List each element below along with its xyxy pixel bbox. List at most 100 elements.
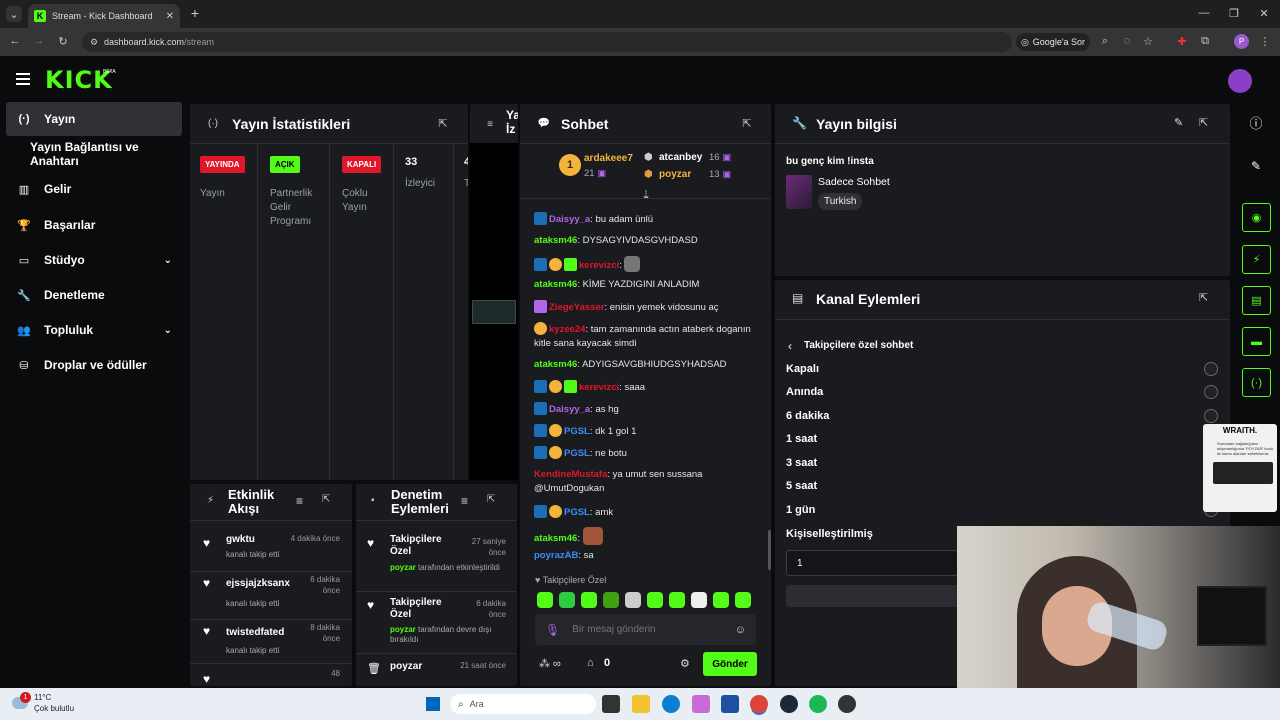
steam-icon[interactable] — [780, 695, 798, 713]
windows-start-icon[interactable] — [426, 697, 440, 711]
gavel-icon: ▪ — [371, 495, 375, 506]
users-infinity-icon[interactable]: ⁂ ∞ — [539, 657, 561, 670]
mic-icon[interactable]: 🎙 — [545, 623, 560, 637]
emote-icon[interactable] — [537, 592, 553, 608]
activity-user[interactable]: ejssjajzksanx — [226, 578, 290, 589]
site-info-icon[interactable]: ⚙ — [88, 36, 100, 48]
maximize-icon[interactable]: ❐ — [1226, 6, 1242, 20]
expand-down-icon[interactable]: ⇣ — [638, 188, 654, 202]
filter-icon[interactable]: ≡ — [296, 494, 303, 508]
extensions-puzzle-icon[interactable]: ⧉ — [1198, 34, 1212, 48]
section-title: Takipçilere özel sohbet — [804, 340, 914, 351]
sidebar-item-denetleme[interactable]: 🔧 Denetleme — [6, 278, 182, 312]
user-avatar[interactable] — [1228, 69, 1252, 93]
popout-icon[interactable]: ⇱ — [740, 116, 754, 130]
back-icon[interactable]: ← — [8, 34, 22, 48]
minimize-icon[interactable]: — — [1196, 6, 1212, 20]
top-gifter-name[interactable]: ardakeee7 — [584, 153, 633, 164]
spotify-icon[interactable] — [809, 695, 827, 713]
popout-icon[interactable]: ⇱ — [322, 494, 330, 505]
save-duration-button[interactable] — [786, 585, 958, 607]
option-label: 5 saat — [786, 480, 818, 492]
chat-input[interactable] — [572, 624, 723, 635]
info-icon[interactable]: ⓘ — [1248, 114, 1264, 131]
emote-icon[interactable] — [581, 592, 597, 608]
sidebar-item-droplar[interactable]: ⛁ Droplar ve ödüller — [6, 348, 182, 382]
sidebar-item-label: Droplar ve ödüller — [44, 358, 147, 372]
popout-icon[interactable]: ⇱ — [436, 116, 450, 130]
sidebar-item-yayin-baglantisi[interactable]: Yayın Bağlantısı ve Anahtarı — [6, 137, 182, 171]
weather-desc[interactable]: Çok bulutlu — [34, 704, 74, 713]
eye-off-icon[interactable]: ◌ — [1120, 34, 1134, 48]
sidebar-item-gelir[interactable]: ▥ Gelir — [6, 172, 182, 206]
chat-scrollbar[interactable] — [768, 530, 771, 570]
edit-pencil-icon[interactable]: ✎ — [1248, 158, 1264, 174]
chat-input-box[interactable]: 🎙 ☺ — [535, 614, 756, 645]
weather-temp[interactable]: 11°C — [34, 693, 51, 702]
chat-settings-icon[interactable]: ⚙ — [680, 657, 690, 670]
emote-icon[interactable] — [669, 592, 685, 608]
popout-icon[interactable]: ⇱ — [1199, 291, 1208, 304]
store-icon[interactable]: ⌂ — [587, 657, 594, 669]
google-lens-button[interactable]: ◎ Google'a Sor — [1016, 33, 1090, 51]
stat-col-partner: AÇIK Partnerlik Gelir Programı — [258, 144, 330, 480]
top-gifter-name[interactable]: poyzar — [659, 169, 691, 180]
notes-button[interactable]: ▤ — [1242, 286, 1271, 315]
profile-avatar[interactable]: P — [1234, 34, 1249, 49]
chat-button[interactable]: ▬ — [1242, 327, 1271, 356]
chrome-icon[interactable] — [750, 695, 768, 713]
radio-aninda[interactable] — [1204, 385, 1218, 399]
category-thumbnail — [786, 175, 812, 209]
activity-user[interactable]: gwktu — [226, 534, 255, 545]
reload-icon[interactable]: ↻ — [56, 34, 70, 48]
edit-pencil-icon[interactable]: ✎ — [1174, 116, 1183, 129]
radio-6-dakika[interactable] — [1204, 409, 1218, 423]
bookmark-star-icon[interactable]: ☆ — [1141, 34, 1155, 48]
obs-icon[interactable] — [838, 695, 856, 713]
send-button[interactable]: Gönder — [703, 652, 757, 676]
tab-search-icon[interactable]: ⌄ — [6, 6, 22, 22]
radio-kapali[interactable] — [1204, 362, 1218, 376]
emote-icon[interactable] — [559, 592, 575, 608]
emote-icon[interactable] — [691, 592, 707, 608]
emote-icon[interactable] — [603, 592, 619, 608]
popout-icon[interactable]: ⇱ — [487, 494, 495, 505]
lightning-button[interactable]: ⚡ — [1242, 245, 1271, 274]
taskbar-search[interactable]: ⌕ Ara — [450, 694, 596, 714]
address-bar[interactable]: dashboard.kick.com/stream — [82, 32, 1012, 52]
sidebar-item-basarilar[interactable]: 🏆 Başarılar — [6, 208, 182, 242]
category-name[interactable]: Sadece Sohbet — [818, 176, 890, 188]
task-view-icon[interactable] — [602, 695, 620, 713]
top-gifter-name[interactable]: atcanbey — [659, 152, 702, 163]
emote-icon[interactable] — [647, 592, 663, 608]
forward-icon[interactable]: → — [32, 34, 46, 48]
browser-menu-icon[interactable]: ⋮ — [1260, 34, 1271, 48]
sidebar-item-studyo[interactable]: ▭ Stüdyo ⌄ — [6, 243, 182, 277]
sponsor-ad[interactable]: WRAITH. Sonradan sağladığımız ekipmanlığ… — [1203, 424, 1277, 512]
camera-button[interactable]: ◉ — [1242, 203, 1271, 232]
tab-close-icon[interactable]: ✕ — [166, 11, 174, 22]
filter-icon[interactable]: ≡ — [461, 494, 468, 508]
browser-tab[interactable]: K Stream - Kick Dashboard ✕ — [28, 4, 180, 28]
extension-icon[interactable]: ✚ — [1175, 34, 1189, 48]
store-app-icon[interactable] — [721, 695, 739, 713]
new-tab-icon[interactable]: + — [188, 5, 202, 21]
emote-icon[interactable] — [713, 592, 729, 608]
emote-icon[interactable] — [625, 592, 641, 608]
emoji-icon[interactable]: ☺ — [735, 624, 746, 636]
custom-duration-input[interactable]: 1 — [786, 550, 958, 576]
edge-icon[interactable] — [662, 695, 680, 713]
emote-icon[interactable] — [735, 592, 751, 608]
sidebar-item-yayin[interactable]: (·) Yayın — [6, 102, 182, 136]
back-chevron-icon[interactable]: ‹ — [788, 339, 792, 353]
sidebar-item-topluluk[interactable]: 👥 Topluluk ⌄ — [6, 313, 182, 347]
hamburger-menu-icon[interactable] — [16, 73, 30, 85]
window-close-icon[interactable]: ✕ — [1256, 6, 1272, 20]
chat-message: ataksm46: — [534, 527, 766, 546]
file-explorer-icon[interactable] — [632, 695, 650, 713]
broadcast-button[interactable]: (·) — [1242, 368, 1271, 397]
popout-icon[interactable]: ⇱ — [1199, 116, 1208, 129]
zoom-icon[interactable]: ⌕ — [1098, 34, 1112, 48]
activity-user[interactable]: twistedfated — [226, 627, 284, 638]
copilot-icon[interactable] — [692, 695, 710, 713]
